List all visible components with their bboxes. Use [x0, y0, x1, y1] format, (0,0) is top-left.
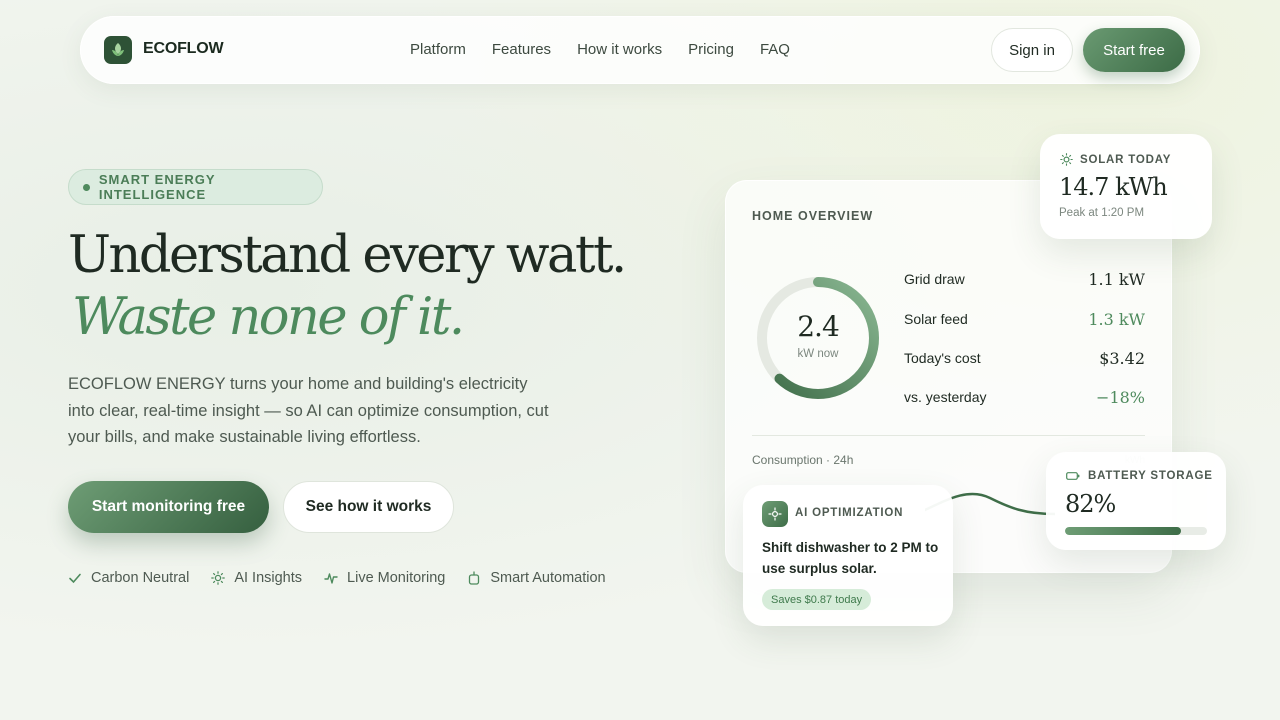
see-how-it-works-button[interactable]: See how it works: [283, 481, 454, 533]
ring-unit: kW now: [797, 348, 839, 360]
ai-optimization-card: AI OPTIMIZATION Shift dishwasher to 2 PM…: [743, 485, 953, 626]
feature-label: Smart Automation: [490, 570, 606, 586]
metric-cost-label: Today's cost: [904, 350, 981, 366]
solar-title: SOLAR TODAY: [1080, 153, 1172, 166]
sign-in-button[interactable]: Sign in: [991, 28, 1073, 72]
metric-grid-draw-label: Grid draw: [904, 271, 965, 287]
ai-suggestion: Shift dishwasher to 2 PM to use surplus …: [762, 540, 939, 576]
nav-link-platform[interactable]: Platform: [410, 41, 466, 58]
ai-title: AI OPTIMIZATION: [795, 507, 904, 519]
feature-carbon-neutral: Carbon Neutral: [68, 570, 189, 586]
top-navbar: ECOFLOW Platform Features How it works P…: [80, 16, 1200, 84]
power-icon: [469, 571, 480, 585]
logo-leaf-icon[interactable]: [104, 36, 132, 64]
feature-smart-automation: Smart Automation: [467, 570, 606, 586]
feature-label: Carbon Neutral: [91, 570, 190, 586]
metric-grid-draw-value: 1.1 kW: [1088, 270, 1145, 289]
nav-link-how-it-works[interactable]: How it works: [577, 41, 662, 58]
solar-today-card: SOLAR TODAY 14.7 kWh Peak at 1:20 PM: [1040, 134, 1212, 239]
battery-header: BATTERY STORAGE: [1066, 470, 1213, 482]
hero-description: ECOFLOW ENERGY turns your home and build…: [68, 375, 549, 446]
ai-sparkle-icon: [762, 501, 788, 527]
battery-storage-card: BATTERY STORAGE 82%: [1046, 452, 1226, 550]
metric-vs-yesterday-value: −18%: [1096, 388, 1145, 407]
headline-line-2: Waste none of it.: [72, 288, 465, 347]
nav-link-faq[interactable]: FAQ: [760, 41, 790, 58]
headline-line-1: Understand every watt.: [68, 226, 627, 285]
solar-peak: Peak at 1:20 PM: [1059, 207, 1145, 219]
feature-label: AI Insights: [234, 570, 303, 586]
solar-header: SOLAR TODAY: [1060, 153, 1171, 166]
pill-dot-icon: [83, 183, 90, 191]
battery-icon: [1066, 472, 1080, 480]
nav-link-features[interactable]: Features: [492, 41, 551, 58]
start-free-button[interactable]: Start free: [1083, 28, 1185, 72]
battery-title: BATTERY STORAGE: [1088, 470, 1213, 482]
solar-value: 14.7 kWh: [1059, 173, 1168, 201]
feature-label: Live Monitoring: [347, 570, 446, 586]
sun-icon: [211, 571, 226, 585]
metric-vs-yesterday-label: vs. yesterday: [904, 389, 987, 405]
battery-value: 82%: [1065, 490, 1116, 518]
battery-level-bar: [1065, 527, 1207, 535]
battery-level-fill: [1065, 527, 1182, 535]
ring-value: 2.4: [797, 310, 840, 343]
consumption-label: Consumption · 24h: [752, 453, 854, 467]
start-monitoring-button[interactable]: Start monitoring free: [68, 481, 269, 533]
nav-links: Platform Features How it works Pricing F…: [410, 41, 790, 58]
savings-badge: Saves $0.87 today: [762, 589, 872, 610]
metric-cost-value: $3.42: [1099, 349, 1145, 368]
pill-text: SMART ENERGY INTELLIGENCE: [98, 172, 216, 202]
hero-tag-pill: SMART ENERGY INTELLIGENCE: [68, 169, 323, 205]
feature-ai-insights: AI Insights: [211, 570, 302, 586]
check-icon: [69, 573, 81, 584]
metric-solar-feed-label: Solar feed: [904, 311, 968, 327]
metric-solar-feed-value: 1.3 kW: [1088, 310, 1145, 329]
card-divider: [752, 435, 1145, 436]
nav-link-pricing[interactable]: Pricing: [688, 41, 734, 58]
pulse-icon: [324, 573, 338, 584]
feature-list: Carbon Neutral AI Insights Live Monitori…: [68, 570, 606, 586]
feature-live-monitoring: Live Monitoring: [324, 570, 445, 586]
overview-title: HOME OVERVIEW: [752, 209, 874, 223]
brand-name[interactable]: ECOFLOW: [143, 40, 224, 58]
sun-icon: [1060, 153, 1073, 166]
